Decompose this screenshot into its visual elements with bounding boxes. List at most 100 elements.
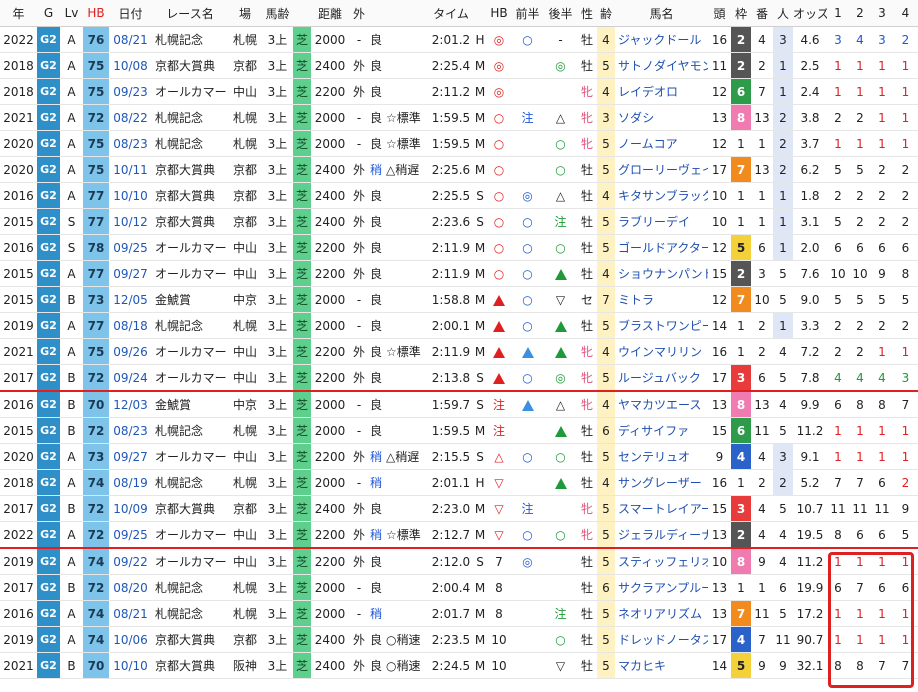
header-time[interactable]: タイム xyxy=(429,0,473,27)
table-row[interactable]: 2020 G2 A 75 10/11 京都大賞典 京都 3上芝 2400 外稍 △稍遅 2:25.6 M… xyxy=(0,156,918,183)
table-row[interactable]: 2015 G2 A 77 09/27 オールカマー 中山 3上芝 2200 外良 2:11.9 M ○ ○… xyxy=(0,260,918,287)
table-row[interactable]: 2021 G2 A 75 09/26 オールカマー 中山 3上芝 2200 外良 ☆標準 2:11.9… xyxy=(0,338,918,365)
cell-runners: 14 xyxy=(708,312,731,339)
header-pos2[interactable]: 2 xyxy=(849,0,871,27)
table-row[interactable]: 2021 G2 A 72 08/22 札幌記念 札幌 3上芝 2000- 良 ☆標準 1:59.5 M ○… xyxy=(0,104,918,131)
header-track[interactable] xyxy=(369,0,383,27)
header-venue[interactable]: 場 xyxy=(228,0,262,27)
cell-hb-mark: 10 xyxy=(487,652,511,679)
cell-grade: G2 xyxy=(37,364,60,392)
header-runners[interactable]: 頭 xyxy=(708,0,731,27)
header-year[interactable]: 年 xyxy=(0,0,37,27)
header-distance[interactable]: 距離 xyxy=(311,0,349,27)
table-row[interactable]: 2015G2B7312/05金鯱賞中京3上芝2000-良1:58.8M▲○▽セ7… xyxy=(0,286,918,313)
cell-second-half: ▲ xyxy=(544,260,577,287)
header-hb[interactable]: HB xyxy=(83,0,109,27)
header-sex[interactable]: 性 xyxy=(577,0,597,27)
table-row[interactable]: 2016 G2 S 78 09/25 オールカマー 中山 3上芝 2200 外良 2:11.9 M ○ ○… xyxy=(0,234,918,261)
cell-frame: 3 xyxy=(731,495,751,522)
cell-first-half: ○ xyxy=(511,260,544,287)
cell-hb-mark: ○ xyxy=(487,156,511,183)
table-row[interactable]: 2019G2A7708/18札幌記念札幌3上芝2000-良2:00.1M▲○▲牡… xyxy=(0,312,918,339)
cell-surface: 芝 xyxy=(293,234,311,261)
table-row[interactable]: 2015G2B7208/23札幌記念札幌3上芝2000-良1:59.5M注▲牡6… xyxy=(0,417,918,444)
header-first-half[interactable]: 前半 xyxy=(511,0,544,27)
table-row[interactable]: 2019 G2 A 74 09/22 オールカマー 中山 3上芝 2200 外良 2:12.0 S 7 ◎… xyxy=(0,548,918,575)
cell-second-half: ◎ xyxy=(544,52,577,79)
table-row[interactable]: 2016 G2 A 74 08/21 札幌記念 札幌 3上芝 2000- 稍 2:01.7 M 8 注牡 5… xyxy=(0,600,918,627)
cell-runners: 9 xyxy=(708,443,731,470)
cell-first-half: ○ xyxy=(511,234,544,261)
cell-distance: 2400 xyxy=(311,652,349,679)
table-row[interactable]: 2022 G2 A 76 08/21 札幌記念 札幌 3上芝 2000- 良 2:01.2 H ◎ ○ - 牡… xyxy=(0,26,918,53)
table-row[interactable]: 2022 G2 A 72 09/25 オールカマー 中山 3上芝 2200 外稍 ☆標準 2:12.7… xyxy=(0,521,918,549)
header-popularity[interactable]: 人 xyxy=(773,0,793,27)
header-race-name[interactable]: レース名 xyxy=(152,0,228,27)
cell-pos4: 2 xyxy=(893,182,918,209)
table-row[interactable]: 2016 G2 A 77 10/10 京都大賞典 京都 3上芝 2400 外良 2:25.5 S ○ ◎ △… xyxy=(0,182,918,209)
cell-distance: 2000 xyxy=(311,312,349,339)
cell-pace-type: M xyxy=(473,600,487,627)
table-row[interactable]: 2015 G2 S 77 10/12 京都大賞典 京都 3上芝 2400 外良 2:23.6 S ○ ○ 注… xyxy=(0,208,918,235)
cell-surface: 芝 xyxy=(293,626,311,653)
cell-date: 09/23 xyxy=(109,78,152,105)
cell-venue: 京都 xyxy=(228,156,262,183)
table-row[interactable]: 2018 G2 A 75 10/08 京都大賞典 京都 3上芝 2400 外良 2:25.4 M ◎ ◎ 牡… xyxy=(0,52,918,79)
cell-pos2: 1 xyxy=(849,443,871,470)
cell-time: 2:11.9 xyxy=(429,260,473,287)
cell-odds: 17.2 xyxy=(793,600,827,627)
header-number[interactable]: 番 xyxy=(751,0,773,27)
cell-pace-type: M xyxy=(473,574,487,601)
cell-distance: 2400 xyxy=(311,208,349,235)
table-row[interactable]: 2018G2A7408/19札幌記念札幌3上芝2000-稍 2:01.1H▽ ▲牡4… xyxy=(0,469,918,496)
header-pace-type[interactable] xyxy=(473,0,487,27)
header-level[interactable]: Lv xyxy=(60,0,83,27)
table-row[interactable]: 2017 G2 B 72 08/20 札幌記念 札幌 3上芝 2000- 良 2:00.4 M 8 牡 6 サ… xyxy=(0,574,918,601)
header-pos1[interactable]: 1 xyxy=(827,0,849,27)
cell-horse-name: ブラストワンピース xyxy=(615,312,708,339)
cell-grade: G2 xyxy=(37,574,60,601)
header-date[interactable]: 日付 xyxy=(109,0,152,27)
table-row[interactable]: 2020 G2 A 73 09/27 オールカマー 中山 3上芝 2200 外稍 △稍遅 2:15.5… xyxy=(0,443,918,470)
cell-age: 6 xyxy=(597,417,615,444)
table-row[interactable]: 2017 G2 B 72 10/09 京都大賞典 京都 3上芝 2400 外良 2:23.0 M ▽ 注 牝… xyxy=(0,495,918,522)
header-horse-name[interactable]: 馬名 xyxy=(615,0,708,27)
header-pos3[interactable]: 3 xyxy=(871,0,893,27)
cell-horse-name: サングレーザー xyxy=(615,469,708,496)
cell-second-half: ○ xyxy=(544,626,577,653)
cell-number: 1 xyxy=(751,182,773,209)
table-row[interactable]: 2019 G2 A 74 10/06 京都大賞典 京都 3上芝 2400 外良 ○稍速 2:23.5 M… xyxy=(0,626,918,653)
cell-pace xyxy=(383,78,429,105)
cell-course: - xyxy=(349,286,369,313)
table-row[interactable]: 2018 G2 A 75 09/23 オールカマー 中山 3上芝 2200 外良 2:11.2 M ◎ 牝… xyxy=(0,78,918,105)
header-course[interactable]: 外 xyxy=(349,0,369,27)
table-row[interactable]: 2020 G2 A 75 08/23 札幌記念 札幌 3上芝 2000- 良 ☆標準 1:59.5 M ○… xyxy=(0,130,918,157)
header-frame[interactable]: 枠 xyxy=(731,0,751,27)
header-hb-mark[interactable]: HB xyxy=(487,0,511,27)
table-row[interactable]: 2017G2B7209/24オールカマー中山3上芝2200外良 2:13.8S▲○… xyxy=(0,364,918,392)
cell-pace-type: M xyxy=(473,652,487,679)
header-pos4[interactable]: 4 xyxy=(893,0,918,27)
cell-hb: 77 xyxy=(83,208,109,235)
cell-pos3: 3 xyxy=(871,26,893,53)
header-odds[interactable]: オッズ xyxy=(793,0,827,27)
header-grade[interactable]: G xyxy=(37,0,60,27)
header-second-half[interactable]: 後半 xyxy=(544,0,577,27)
cell-track: 稍 xyxy=(369,443,383,470)
table-row[interactable]: 2021 G2 B 70 10/10 京都大賞典 阪神 3上芝 2400 外良 ○稍速 2:24.5 M… xyxy=(0,652,918,679)
header-age-cond[interactable]: 馬齢 xyxy=(262,0,293,27)
cell-time: 1:59.5 xyxy=(429,417,473,444)
table-row[interactable]: 2016G2B7012/03金鯱賞中京3上芝2000-良1:59.7S注▲△牝4… xyxy=(0,391,918,418)
cell-pos3: 9 xyxy=(871,260,893,287)
header-pace[interactable] xyxy=(383,0,429,27)
cell-track: 良 xyxy=(369,574,383,601)
cell-second-half: ○ xyxy=(544,156,577,183)
cell-horse-name: グローリーヴェイズ xyxy=(615,156,708,183)
header-age[interactable]: 齢 xyxy=(597,0,615,27)
header-surface[interactable] xyxy=(293,0,311,27)
triangle-mark-icon xyxy=(554,268,567,280)
cell-year: 2019 xyxy=(0,312,37,339)
cell-pace-type: S xyxy=(473,391,487,418)
cell-pos2: 2 xyxy=(849,312,871,339)
cell-frame: 1 xyxy=(731,338,751,365)
